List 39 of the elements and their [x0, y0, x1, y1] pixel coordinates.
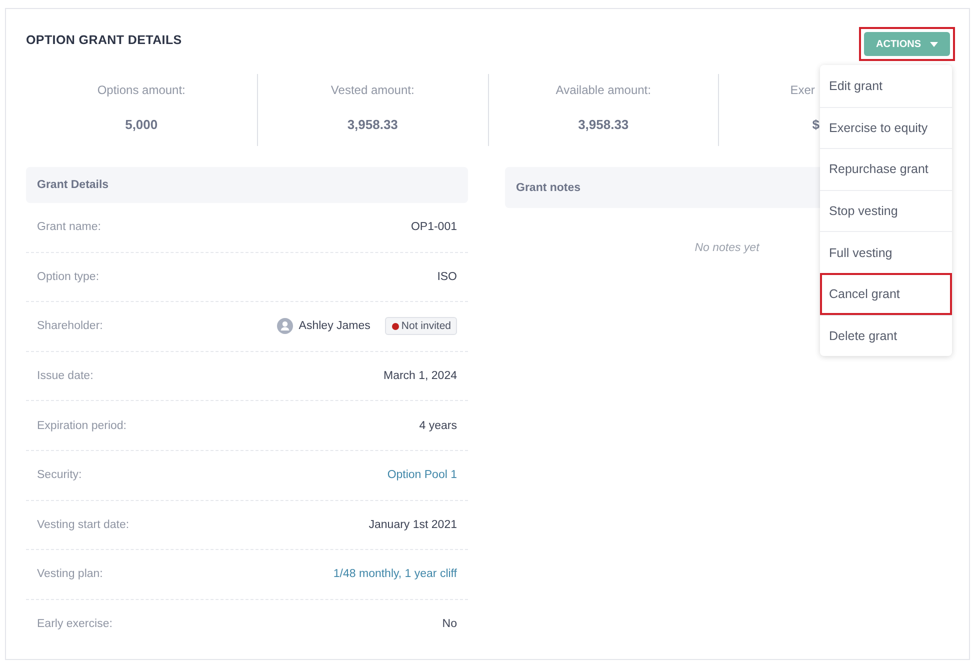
stat-value: 3,958.33: [578, 117, 629, 132]
field-value: OP1-001: [410, 221, 457, 234]
stat-label: Vested amount:: [330, 83, 414, 97]
shareholder-name: Ashley James: [298, 320, 370, 332]
field-label: Vesting start date:: [37, 518, 130, 531]
menu-item[interactable]: Repurchase grant: [820, 148, 952, 190]
field-label: Expiration period:: [37, 420, 126, 432]
field-label: Security:: [37, 469, 82, 482]
field-label: Grant name:: [37, 221, 101, 234]
status-text: Not invited: [401, 320, 451, 332]
field-label: Early exercise:: [37, 618, 112, 630]
field-value: January 1st 2021: [368, 518, 457, 531]
field-label: Option type:: [37, 270, 100, 283]
menu-item[interactable]: Exercise to equity: [820, 106, 952, 148]
stat-value: 5,000: [125, 117, 158, 132]
stat-label: Options amount:: [97, 83, 186, 97]
stat-value: 3,958.33: [347, 117, 398, 132]
field-value: ISO: [437, 270, 457, 283]
field-label: Issue date:: [37, 370, 94, 382]
panel-header: Grant Details: [26, 167, 468, 203]
field-value: 4 years: [419, 420, 457, 432]
menu-item[interactable]: Stop vesting: [820, 190, 952, 232]
field-link[interactable]: Option Pool 1: [387, 469, 457, 482]
field-label: Vesting plan:: [37, 568, 103, 580]
field-link[interactable]: 1/48 monthly, 1 year cliff: [333, 568, 457, 580]
page-title: OPTION GRANT DETAILS: [26, 33, 182, 47]
field-label: Shareholder:: [37, 320, 103, 332]
caret-icon: [930, 42, 938, 46]
stat-label: Exer: [790, 83, 815, 97]
avatar-icon: [276, 318, 293, 334]
field-value: No: [442, 618, 457, 630]
stat-value: $: [812, 117, 820, 132]
menu-item[interactable]: Delete grant: [820, 314, 952, 356]
menu-item[interactable]: Edit grant: [820, 65, 952, 107]
empty-message: No notes yet: [694, 242, 760, 254]
stat-label: Available amount:: [556, 83, 651, 97]
field-value: March 1, 2024: [383, 370, 457, 382]
menu-item[interactable]: Full vesting: [820, 231, 952, 273]
menu-item[interactable]: Cancel grant: [820, 272, 952, 315]
